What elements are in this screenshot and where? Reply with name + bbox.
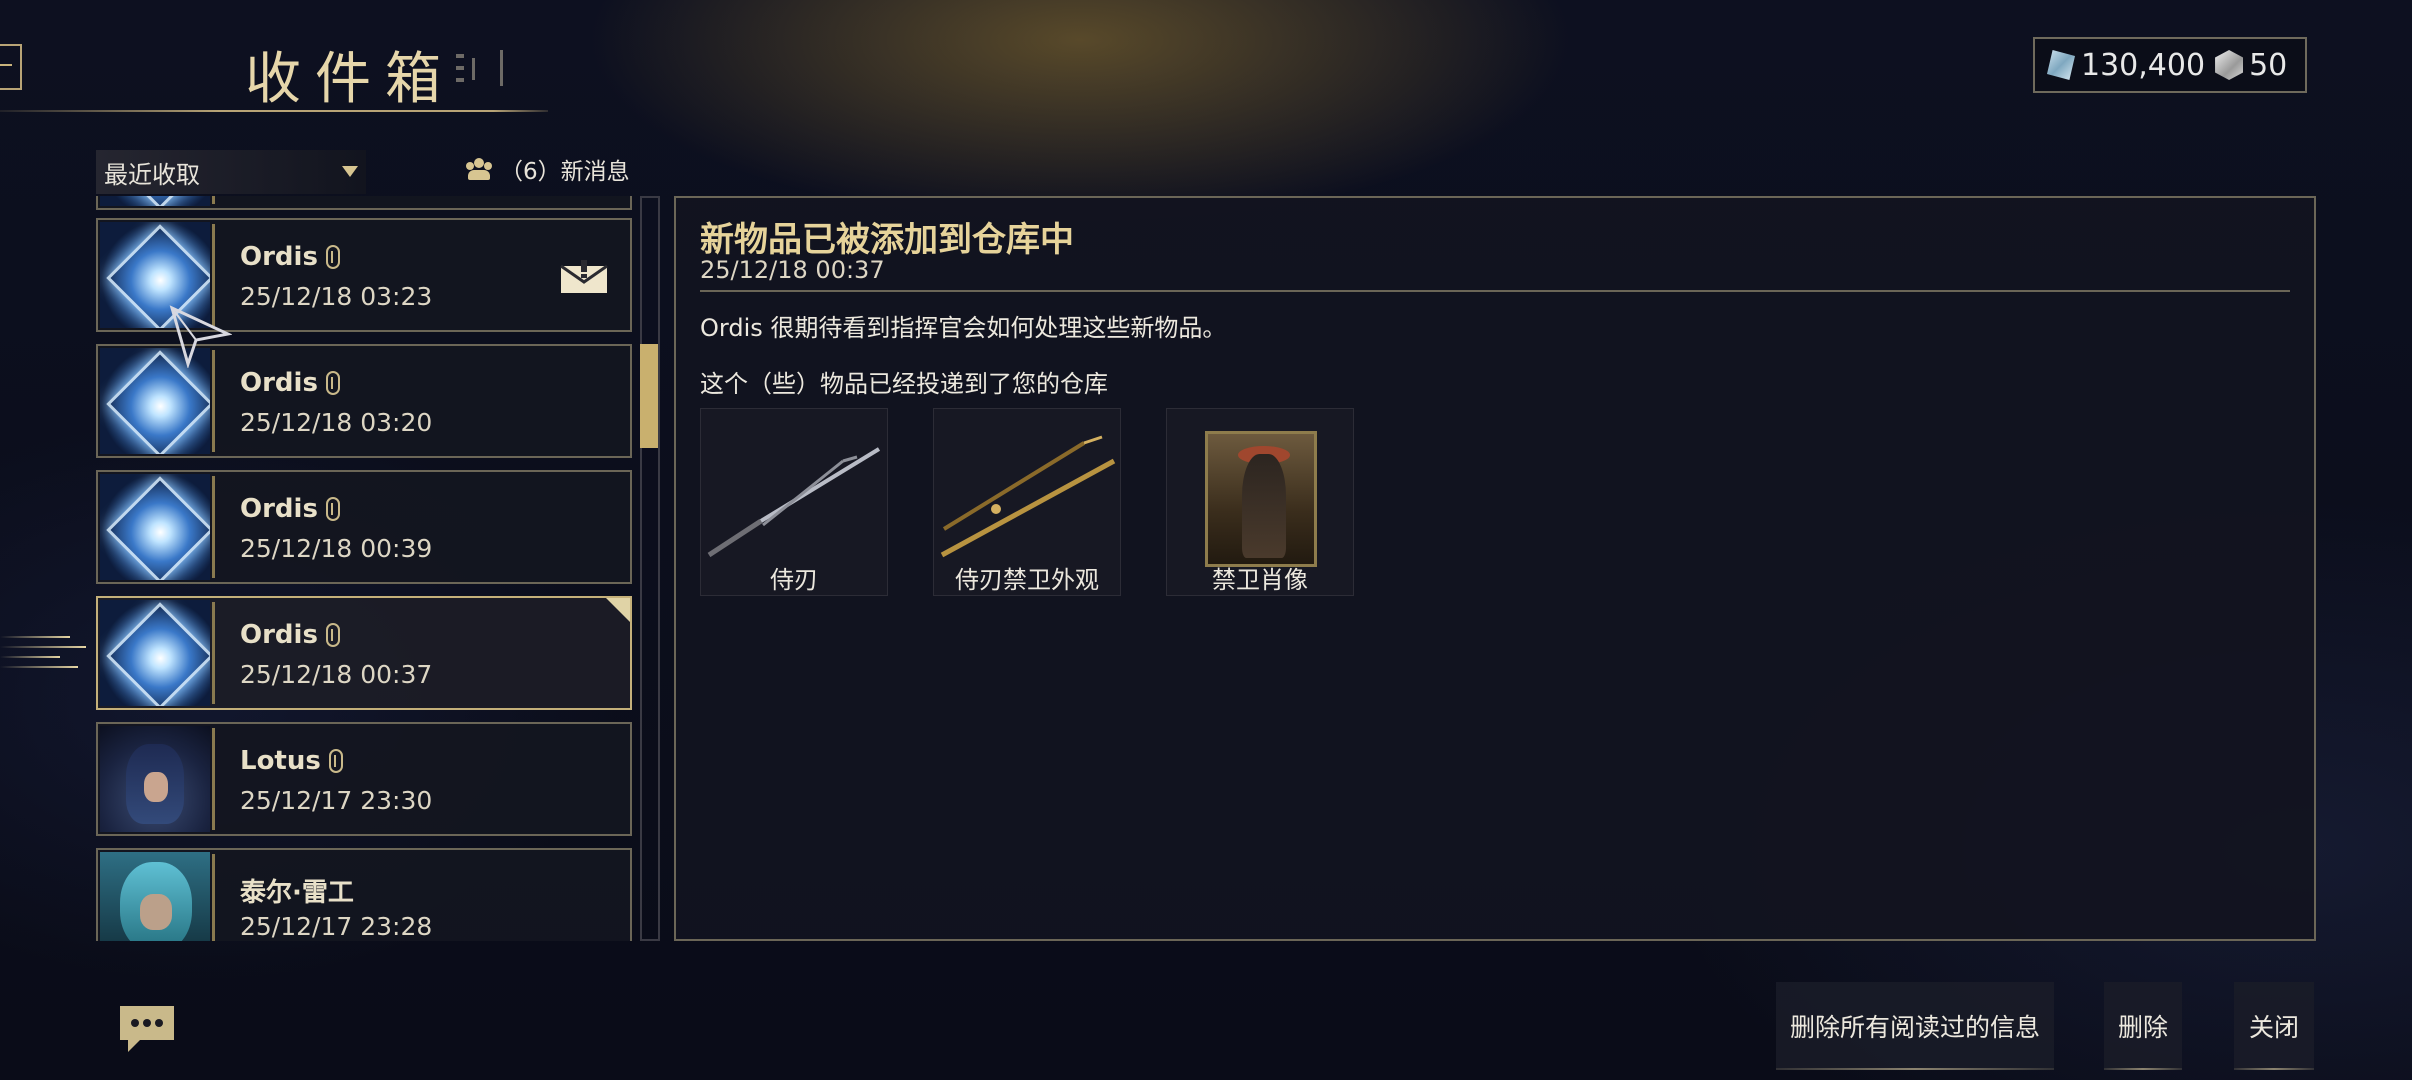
katana-skin-icon: [940, 435, 1116, 558]
item-card-katana-skin[interactable]: 侍刃禁卫外观: [933, 408, 1121, 596]
message-date: 25/12/17 23:30: [240, 786, 433, 815]
attachment-icon: [325, 497, 340, 521]
sort-dropdown-value: 最近收取: [104, 160, 200, 189]
message-sender: Ordis: [240, 368, 318, 398]
list-item[interactable]: Ordis 25/12/18 00:39: [96, 470, 632, 584]
message-date: 25/12/17 23:28: [240, 912, 433, 941]
pointer-arrow-icon: [169, 305, 232, 368]
selection-streaks: [0, 636, 90, 676]
lotus-avatar: [100, 726, 210, 832]
message-title: 新物品已被添加到仓库中: [700, 220, 1074, 260]
message-sender: Ordis: [240, 242, 318, 272]
message-date: 25/12/18 03:20: [240, 408, 433, 437]
message-date: 25/12/18 00:39: [240, 534, 433, 563]
new-messages-indicator: （6）新消息: [466, 152, 630, 186]
ordis-avatar: [100, 196, 210, 206]
detail-divider: [700, 290, 2290, 292]
chevron-down-icon: [342, 166, 358, 177]
message-date: 25/12/18 00:37: [240, 660, 433, 689]
message-detail-date: 25/12/18 00:37: [700, 256, 885, 284]
list-scrollbar-thumb[interactable]: [640, 344, 658, 448]
item-label: 禁卫肖像: [1212, 566, 1308, 594]
chat-icon[interactable]: [118, 1004, 176, 1054]
ordis-avatar: [100, 600, 210, 706]
message-sender: 泰尔·雷工: [240, 878, 354, 908]
page-title: 收件箱: [245, 47, 455, 112]
attachment-icon: [325, 623, 340, 647]
message-detail-panel: 新物品已被添加到仓库中 25/12/18 00:37 Ordis 很期待看到指挥…: [674, 196, 2316, 941]
attachment-icon: [325, 245, 340, 269]
close-button[interactable]: 关闭: [2234, 982, 2314, 1070]
title-decoration: [454, 48, 504, 88]
delete-button[interactable]: 删除: [2104, 982, 2182, 1070]
portrait-icon: [1205, 431, 1317, 567]
item-card-katana[interactable]: 侍刃: [700, 408, 888, 596]
people-icon: [466, 158, 492, 180]
platinum-value: 130,400: [2081, 47, 2206, 83]
attachment-icon: [328, 749, 343, 773]
credits-icon: [2215, 50, 2244, 80]
ordis-avatar: [100, 474, 210, 580]
item-label: 侍刃禁卫外观: [955, 566, 1099, 594]
message-body: Ordis 很期待看到指挥官会如何处理这些新物品。: [700, 314, 1227, 342]
selected-corner-marker: [606, 598, 630, 622]
list-item[interactable]: 泰尔·雷工 25/12/17 23:28: [96, 848, 632, 941]
list-scrollbar[interactable]: [640, 196, 660, 941]
currency-display: 130,400 50: [2033, 37, 2307, 93]
delivered-label: 这个（些）物品已经投递到了您的仓库: [700, 370, 1108, 398]
item-label: 侍刃: [770, 566, 818, 594]
message-sender: Lotus: [240, 746, 321, 776]
list-item[interactable]: Lotus 25/12/17 23:30: [96, 722, 632, 836]
credits-value: 50: [2249, 47, 2288, 83]
message-date: 25/12/18 03:23: [240, 282, 433, 311]
message-sender: Ordis: [240, 620, 318, 650]
platinum-icon: [2047, 50, 2075, 80]
item-card-portrait[interactable]: 禁卫肖像: [1166, 408, 1354, 596]
sort-dropdown[interactable]: 最近收取: [96, 150, 366, 194]
back-button[interactable]: [0, 44, 22, 90]
attachment-icon: [325, 371, 340, 395]
list-item-partial[interactable]: [96, 196, 632, 210]
katana-icon: [707, 447, 881, 558]
message-sender: Ordis: [240, 494, 318, 524]
unread-mail-icon: [560, 260, 608, 293]
title-underline: [0, 110, 548, 112]
delete-read-button[interactable]: 删除所有阅读过的信息: [1776, 982, 2054, 1070]
teshin-avatar: [100, 852, 210, 941]
list-item-selected[interactable]: Ordis 25/12/18 00:37: [96, 596, 632, 710]
new-messages-label: （6）新消息: [500, 159, 630, 185]
